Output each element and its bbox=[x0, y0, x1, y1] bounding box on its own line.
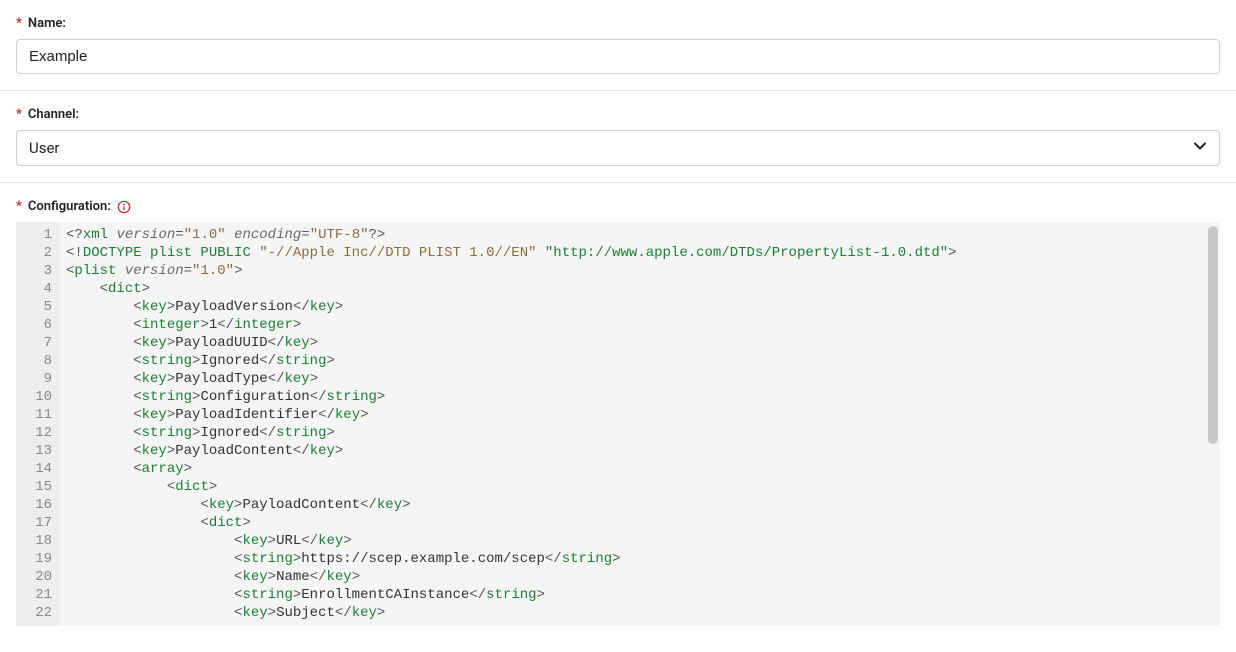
name-label-text: Name: bbox=[28, 16, 66, 31]
channel-select[interactable]: User bbox=[16, 130, 1220, 166]
name-input[interactable] bbox=[16, 39, 1220, 74]
configuration-label: * Configuration: bbox=[16, 199, 1220, 214]
configuration-label-text: Configuration: bbox=[28, 199, 111, 214]
name-label: * Name: bbox=[16, 16, 1220, 31]
code-content[interactable]: <?xml version="1.0" encoding="UTF-8"?><!… bbox=[60, 222, 1220, 626]
channel-label-text: Channel: bbox=[28, 107, 79, 122]
configuration-section: * Configuration: 12345678910111213141516… bbox=[0, 183, 1236, 626]
scrollbar-track[interactable] bbox=[1208, 226, 1218, 622]
required-asterisk: * bbox=[16, 199, 22, 214]
info-icon[interactable] bbox=[117, 200, 131, 214]
configuration-editor[interactable]: 12345678910111213141516171819202122 <?xm… bbox=[16, 222, 1220, 626]
code-gutter: 12345678910111213141516171819202122 bbox=[16, 222, 60, 626]
channel-select-wrap: User bbox=[16, 130, 1220, 166]
required-asterisk: * bbox=[16, 107, 22, 122]
scrollbar-thumb[interactable] bbox=[1208, 226, 1218, 444]
required-asterisk: * bbox=[16, 16, 22, 31]
name-section: * Name: bbox=[0, 0, 1236, 91]
channel-label: * Channel: bbox=[16, 107, 1220, 122]
channel-section: * Channel: User bbox=[0, 91, 1236, 183]
